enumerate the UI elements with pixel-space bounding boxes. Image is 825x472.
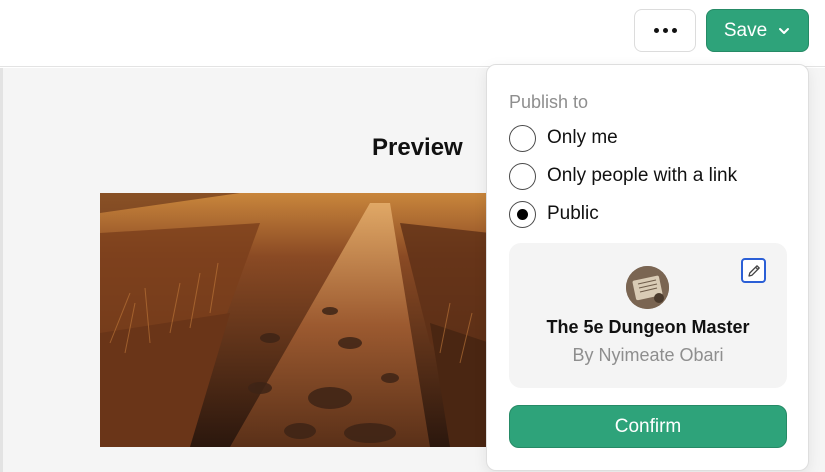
option-label: Only me (547, 127, 618, 148)
left-divider (0, 68, 3, 472)
publish-option-public[interactable]: Public (509, 200, 599, 228)
gpt-author: By Nyimeate Obari (572, 345, 724, 365)
option-label: Only people with a link (547, 165, 738, 186)
radio-button-selected[interactable] (509, 200, 536, 228)
chevron-down-icon (779, 27, 790, 34)
option-label: Public (547, 203, 599, 224)
radio-button[interactable] (509, 162, 536, 190)
more-options-button[interactable] (634, 9, 696, 52)
ellipsis-icon (662, 28, 668, 33)
save-label: Save (723, 19, 768, 41)
publish-option-only-me[interactable]: Only me (509, 124, 618, 152)
confirm-button[interactable]: Confirm (509, 405, 787, 448)
radio-dot (517, 208, 528, 220)
gpt-avatar (626, 266, 669, 309)
radio-button[interactable] (509, 124, 536, 152)
preview-image (100, 193, 490, 447)
pencil-icon[interactable] (741, 258, 766, 283)
publish-option-link[interactable]: Only people with a link (509, 162, 737, 190)
publish-to-label: Publish to (509, 92, 589, 112)
save-button[interactable]: Save (706, 9, 809, 52)
ellipsis-icon (653, 28, 659, 33)
ellipsis-icon (671, 28, 677, 33)
gpt-name: The 5e Dungeon Master (546, 317, 750, 337)
gpt-card: The 5e Dungeon Master By Nyimeate Obari (509, 243, 787, 388)
top-bar: Save (0, 0, 825, 67)
publish-popover: Publish to Only me Only people with a li… (486, 64, 809, 471)
preview-title: Preview (372, 134, 463, 161)
